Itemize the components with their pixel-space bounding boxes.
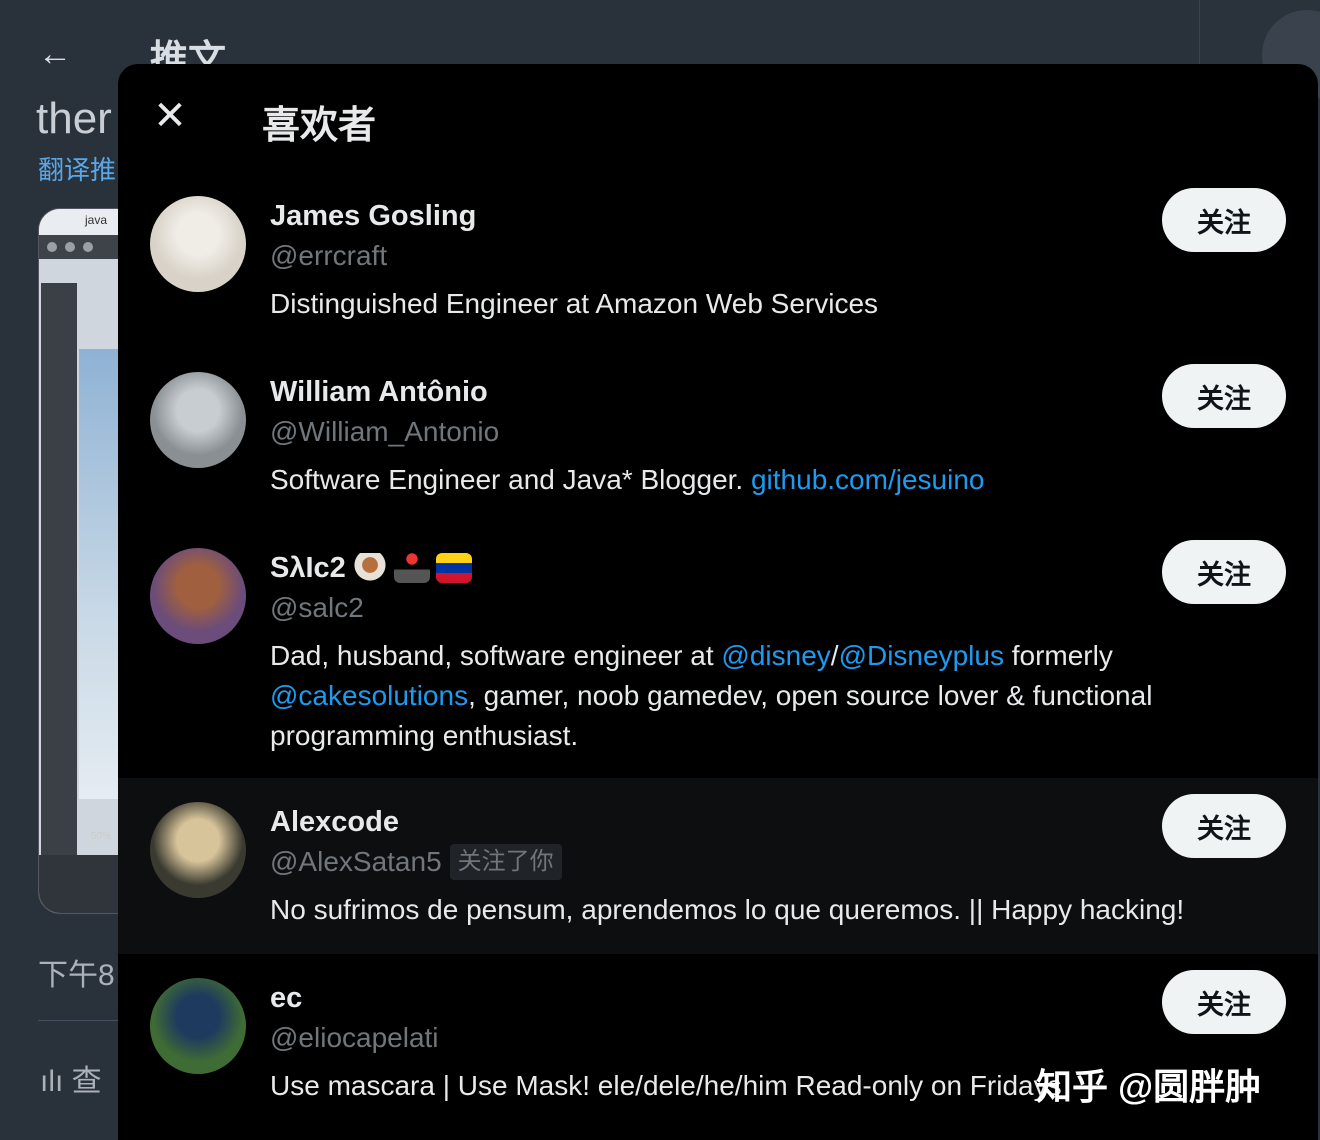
modal-title: 喜欢者: [262, 105, 377, 147]
user-bio: Distinguished Engineer at Amazon Web Ser…: [270, 284, 1270, 324]
image-zoom: 50%: [91, 831, 112, 842]
user-cell[interactable]: SλIc2 @salc2 Dad, husband, software engine…: [118, 524, 1318, 778]
translate-link[interactable]: 翻译推: [38, 150, 116, 187]
follows-you-badge: 关注了你: [449, 844, 562, 880]
user-cell[interactable]: James Gosling @errcraft Distinguished Engi…: [118, 172, 1318, 348]
likes-modal: ✕ 喜欢者 James Gosling @errcraft Distinguishe…: [118, 64, 1318, 1140]
avatar[interactable]: [150, 978, 246, 1074]
bio-text: Use mascara | Use Mask! ele/dele/he/him …: [270, 1070, 1062, 1101]
back-arrow-icon[interactable]: ←: [38, 34, 78, 74]
handle-line: @salc2: [270, 588, 1286, 628]
venezuela-flag-emoji: [435, 553, 472, 583]
user-bio: Dad, husband, software engineer at @disn…: [270, 636, 1270, 756]
avatar[interactable]: [150, 196, 246, 292]
user-name-text[interactable]: SλIc2: [270, 548, 346, 588]
bio-link[interactable]: @disney: [721, 640, 830, 671]
user-name-text[interactable]: William Antônio: [270, 372, 488, 412]
follow-button[interactable]: 关注: [1162, 794, 1286, 858]
follow-button[interactable]: 关注: [1162, 970, 1286, 1034]
bio-text: No sufrimos de pensum, aprendemos lo que…: [270, 894, 1185, 925]
avatar[interactable]: [150, 548, 246, 644]
follow-button[interactable]: 关注: [1162, 188, 1286, 252]
user-handle[interactable]: @eliocapelati: [270, 1018, 439, 1058]
handle-line: @AlexSatan5 关注了你: [270, 842, 1286, 882]
bio-link[interactable]: github.com/jesuino: [751, 464, 984, 495]
analytics-link[interactable]: ılı 查: [40, 1056, 102, 1100]
watermark: 知乎 @圆胖肿: [1036, 1066, 1262, 1107]
avatar[interactable]: [150, 372, 246, 468]
bio-text: formerly: [1003, 640, 1113, 671]
user-name[interactable]: Alexcode: [270, 802, 1286, 842]
user-bio: Software Engineer and Java* Blogger. git…: [270, 460, 1270, 500]
modal-header: ✕ 喜欢者: [118, 64, 1318, 172]
user-cell[interactable]: William Antônio @William_Antonio Software …: [118, 348, 1318, 524]
user-handle[interactable]: @salc2: [270, 588, 364, 628]
user-name[interactable]: ec: [270, 978, 1286, 1018]
image-toolbar: [41, 283, 77, 863]
follow-button[interactable]: 关注: [1162, 364, 1286, 428]
follow-button[interactable]: 关注: [1162, 540, 1286, 604]
likers-list: James Gosling @errcraft Distinguished Engi…: [118, 172, 1318, 1130]
tweet-text: ther: [36, 94, 112, 143]
user-handle[interactable]: @William_Antonio: [270, 412, 499, 452]
coffee-emoji: [351, 553, 388, 583]
bio-text: Distinguished Engineer at Amazon Web Ser…: [270, 288, 879, 319]
user-name[interactable]: SλIc2: [270, 548, 1286, 588]
user-name[interactable]: James Gosling: [270, 196, 1286, 236]
user-bio: No sufrimos de pensum, aprendemos lo que…: [270, 890, 1270, 930]
bio-link[interactable]: @Disneyplus: [839, 640, 1004, 671]
bio-text: Dad, husband, software engineer at: [270, 640, 722, 671]
bio-text: /: [830, 640, 839, 671]
joystick-emoji: [393, 553, 430, 583]
handle-line: @William_Antonio: [270, 412, 1286, 452]
user-name-text[interactable]: ec: [270, 978, 302, 1018]
bio-link[interactable]: @cakesolutions: [270, 680, 468, 711]
close-icon[interactable]: ✕: [148, 94, 192, 138]
tweet-time: 下午8: [38, 959, 115, 992]
handle-line: @errcraft: [270, 236, 1286, 276]
user-name[interactable]: William Antônio: [270, 372, 1286, 412]
user-name-text[interactable]: James Gosling: [270, 196, 476, 236]
user-handle[interactable]: @errcraft: [270, 236, 387, 276]
bio-text: Software Engineer and Java* Blogger.: [270, 464, 751, 495]
user-name-text[interactable]: Alexcode: [270, 802, 399, 842]
handle-line: @eliocapelati: [270, 1018, 1286, 1058]
user-cell[interactable]: Alexcode @AlexSatan5 关注了你 No sufrimos de pe…: [118, 778, 1318, 954]
user-handle[interactable]: @AlexSatan5: [270, 842, 442, 882]
avatar[interactable]: [150, 802, 246, 898]
